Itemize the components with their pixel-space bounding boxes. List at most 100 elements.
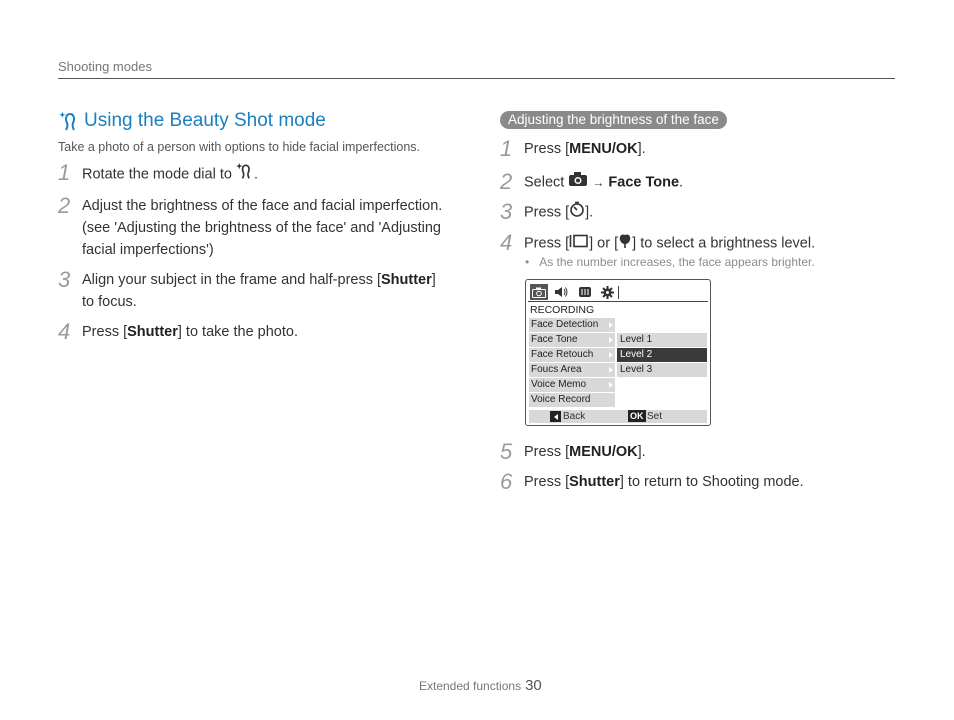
menu-item-label: Face Retouch [531,349,594,360]
note-text: As the number increases, the face appear… [539,255,815,269]
step-text-end: ]. [637,444,646,460]
title-text: Using the Beauty Shot mode [84,110,326,131]
display-tab-icon [576,284,594,300]
left-step-1: 1 Rotate the mode dial to . [58,162,258,187]
menu-footer: Back OK Set [529,410,707,423]
step-text: Press [ [524,141,570,157]
menu-heading: RECORDING [530,304,595,316]
submenu-arrow-icon [609,367,613,373]
step-text-mid: ] or [ [589,235,619,252]
right-step-3: 3 Press [ ]. [500,201,593,224]
page-number: 30 [525,677,542,694]
left-step-4: 4 Press [Shutter] to take the photo. [58,321,298,343]
back-label: Back [563,411,586,422]
step-text: Align your subject in the frame and half… [82,272,382,288]
step-number: 2 [58,193,71,218]
step-text: Press [ [524,204,570,221]
set-label: Set [647,411,663,422]
face-tone-label: Face Tone [608,174,680,191]
note: • As the number increases, the face appe… [525,255,815,269]
settings-tab-icon [598,284,616,300]
page-footer: Extended functions 30 [419,677,542,694]
step-number: 3 [500,199,513,224]
step-text: Select [524,174,565,191]
step-text-end: ]. [637,141,646,157]
step-number: 4 [58,319,71,344]
left-step-2: 2 Adjust the brightness of the face and … [58,195,442,261]
step-text: Press [ [524,235,570,252]
shutter-key: Shutter [381,272,432,288]
step-text: Press [ [524,474,570,490]
menu-item-label: Face Detection [531,319,599,330]
submenu-arrow-icon [609,337,613,343]
right-step-1: 1 Press [MENU/OK]. [500,138,646,160]
shutter-key: Shutter [127,324,178,340]
step-text-end: . [253,166,258,183]
menu-item-focus-area[interactable]: Foucs Area [529,363,615,377]
level-option-1[interactable]: Level 1 [617,333,707,347]
level-option-3[interactable]: Level 3 [617,363,707,377]
submenu-arrow-icon [609,352,613,358]
menu-item-face-retouch[interactable]: Face Retouch [529,348,615,362]
camera-tab-icon [530,284,548,300]
back-arrow-icon [550,411,561,422]
section-label: Shooting modes [58,59,152,74]
section-pill: Adjusting the brightness of the face [500,111,727,129]
display-icon [569,233,589,255]
step-text-line2: (see 'Adjusting the brightness of the fa… [82,220,441,236]
camera-menu-screen: RECORDING Face Detection Face Tone Face … [525,279,711,426]
step-text-line1: Adjust the brightness of the face and fa… [82,198,443,214]
beauty-shot-icon [58,110,80,132]
sound-tab-icon [552,284,570,300]
step-number: 3 [58,267,71,292]
step-text-end: ] to return to Shooting mode. [619,474,804,490]
step-text-end: ] to take the photo. [177,324,298,340]
menu-item-face-detection[interactable]: Face Detection [529,318,615,332]
submenu-arrow-icon [609,382,613,388]
menu-tabs [528,284,708,302]
arrow-icon: → [592,175,605,190]
beauty-shot-icon [235,162,254,187]
right-step-6: 6 Press [Shutter] to return to Shooting … [500,471,804,493]
step-number: 1 [500,136,513,161]
step-number: 2 [500,169,513,194]
menu-item-label: Face Tone [531,334,578,345]
step-number: 5 [500,439,513,464]
menu-item-face-tone[interactable]: Face Tone [529,333,615,347]
step-text-line2: to focus. [82,294,137,310]
tab-divider [618,286,619,299]
menu-item-label: Foucs Area [531,364,582,375]
timer-icon [569,201,585,224]
step-number: 6 [500,469,513,494]
macro-icon [618,232,632,255]
step-text-end: ] [431,272,436,288]
left-step-3: 3 Align your subject in the frame and ha… [58,269,436,313]
step-text-line3: facial imperfections') [82,242,214,258]
page-subtitle: Take a photo of a person with options to… [58,140,421,154]
step-text: Rotate the mode dial to [82,166,232,183]
menu-item-label: Voice Memo [531,379,587,390]
right-step-4: 4 Press [ ] or [ ] to select a brightnes… [500,232,815,255]
camera-icon [568,171,588,194]
menu-item-voice-record[interactable]: Voice Record [529,393,615,407]
menu-ok-key: MENU/OK [569,141,638,157]
menu-ok-key: MENU/OK [569,444,638,460]
step-text-end: ]. [585,204,594,221]
submenu-arrow-icon [609,322,613,328]
step-text-end: . [679,174,684,191]
step-number: 4 [500,230,513,255]
footer-text: Extended functions [419,679,522,693]
shutter-key: Shutter [569,474,620,490]
ok-button-icon: OK [628,410,646,422]
menu-item-voice-memo[interactable]: Voice Memo [529,378,615,392]
right-step-2: 2 Select → Face Tone. [500,171,683,194]
menu-item-label: Voice Record [531,394,591,405]
step-text: Press [ [82,324,128,340]
page-title: Using the Beauty Shot mode [58,110,326,132]
header-rule [58,78,895,79]
step-text-end: ] to select a brightness level. [632,235,816,252]
right-step-5: 5 Press [MENU/OK]. [500,441,646,463]
step-text: Press [ [524,444,570,460]
step-number: 1 [58,160,71,185]
level-option-2[interactable]: Level 2 [617,348,707,362]
